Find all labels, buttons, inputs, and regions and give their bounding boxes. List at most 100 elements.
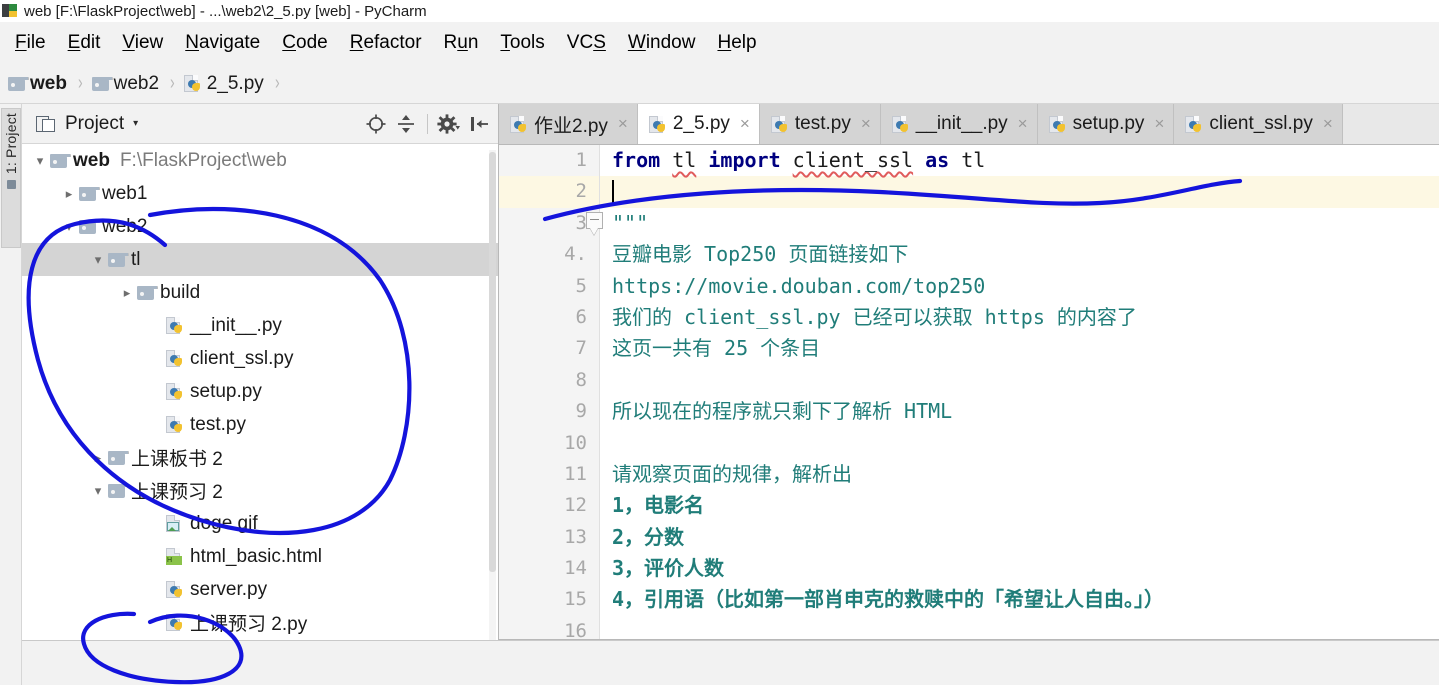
chevron-down-icon[interactable] [30, 153, 50, 169]
code-line-5: https://movie.douban.com/top250 [612, 271, 1439, 302]
breadcrumb-label: web [30, 72, 67, 94]
code-token: client_ssl [792, 148, 914, 172]
line-number-16: 16 [564, 619, 587, 640]
tree-item-label: web [73, 149, 110, 171]
tree-item-7[interactable]: setup.py [22, 375, 498, 408]
code-line-3: """ [612, 208, 1439, 239]
tree-item-label: 上课板书 2 [131, 449, 223, 470]
tree-item-label: setup.py [190, 380, 262, 402]
project-window-icon [6, 180, 16, 190]
code-token: tl [961, 148, 986, 172]
tree-item-2[interactable]: web2 [22, 210, 498, 243]
menu-item-edit[interactable]: Edit [57, 30, 112, 56]
code-token: 1，电影名 [612, 493, 705, 518]
menu-item-navigate[interactable]: Navigate [174, 30, 271, 56]
menu-item-vcs[interactable]: VCS [556, 30, 617, 56]
line-number-9: 9 [575, 400, 587, 423]
tool-window-button-project[interactable]: 1: Project [1, 108, 21, 248]
chevron-right-icon[interactable] [117, 285, 137, 301]
chevron-right-icon[interactable] [88, 450, 108, 466]
python-file-icon [1185, 115, 1203, 133]
editor-tab-5[interactable]: client_ssl.py × [1174, 104, 1343, 144]
editor-tab-2[interactable]: test.py × [759, 104, 881, 144]
menu-item-window[interactable]: Window [617, 30, 707, 56]
tree-item-3[interactable]: tl [22, 243, 498, 276]
chevron-down-icon[interactable] [59, 219, 79, 235]
line-number-14: 14 [564, 557, 587, 580]
collapse-all-icon[interactable] [393, 111, 419, 137]
tree-item-13[interactable]: server.py [22, 573, 498, 606]
tree-item-path: F:\FlaskProject\web [119, 149, 287, 171]
folder-icon [108, 450, 129, 465]
code-line-4.: 豆瓣电影 Top250 页面链接如下 [612, 239, 1439, 270]
code-editor[interactable]: 1 2 3 4. 5 6 7 8 9 10 11 12 13 14 15 16 from tl import … [499, 145, 1439, 640]
menu-bar: File Edit View Navigate Code Refactor Run Tools… [0, 22, 1439, 64]
locate-icon[interactable] [363, 111, 389, 137]
menu-item-file[interactable]: File [4, 30, 57, 56]
tree-item-5[interactable]: __init__.py [22, 309, 498, 342]
left-tool-strip: 1: Project re [0, 104, 22, 685]
code-token: 4，引用语（比如第一部肖申克的救赎中的「希望让人自由。」） [612, 587, 1165, 612]
tree-item-label: doge.gif [190, 512, 258, 534]
chevron-down-icon[interactable]: ▾ [133, 118, 138, 129]
settings-gear-icon[interactable] [436, 111, 462, 137]
tree-item-0[interactable]: web F:\FlaskProject\web [22, 144, 498, 177]
tree-item-12[interactable]: Hhtml_basic.html [22, 540, 498, 573]
breadcrumb-item-0[interactable]: web [8, 73, 67, 95]
menu-item-code[interactable]: Code [271, 30, 338, 56]
breadcrumb-item-2[interactable]: 2_5.py [183, 72, 264, 95]
tree-item-4[interactable]: build [22, 276, 498, 309]
tree-item-label: html_basic.html [190, 545, 322, 567]
tree-item-label: 上课预习 2 [131, 482, 223, 503]
menu-item-tools[interactable]: Tools [489, 30, 555, 56]
tree-item-label: build [160, 281, 201, 303]
pycharm-window: web [F:\FlaskProject\web] - ...\web2\2_5… [0, 0, 1439, 685]
line-number-11: 11 [564, 462, 587, 485]
menu-item-help[interactable]: Help [706, 30, 767, 56]
menu-item-refactor[interactable]: Refactor [339, 30, 433, 56]
tree-item-9[interactable]: 上课板书 2 [22, 441, 498, 474]
line-number-6: 6 [575, 305, 587, 328]
menu-item-view[interactable]: View [111, 30, 174, 56]
breadcrumb-item-1[interactable]: web2 [91, 73, 159, 95]
close-icon[interactable]: × [1323, 114, 1333, 134]
editor-tab-3[interactable]: __init__.py × [880, 104, 1038, 144]
editor-tab-1[interactable]: 2_5.py × [637, 104, 760, 144]
close-icon[interactable]: × [1018, 114, 1028, 134]
breadcrumb-label: 2_5.py [206, 72, 264, 94]
editor-tab-label: 2_5.py [672, 113, 730, 134]
python-file-icon [891, 115, 910, 133]
chevron-down-icon[interactable] [88, 483, 108, 499]
python-file-icon [510, 115, 528, 133]
editor-tab-label: setup.py [1072, 113, 1145, 134]
menu-item-run[interactable]: Run [433, 30, 490, 56]
project-tree[interactable]: web F:\FlaskProject\web web1 web2 tl build __i… [22, 144, 498, 685]
close-icon[interactable]: × [1154, 114, 1164, 134]
tree-item-1[interactable]: web1 [22, 177, 498, 210]
image-file-icon [166, 515, 184, 532]
editor-tab-0[interactable]: 作业2.py × [499, 104, 638, 144]
tree-item-6[interactable]: client_ssl.py [22, 342, 498, 375]
close-icon[interactable]: × [861, 114, 871, 134]
hide-panel-icon[interactable] [466, 111, 492, 137]
tree-item-11[interactable]: doge.gif [22, 507, 498, 540]
tree-item-14[interactable]: 上课预习 2.py [22, 606, 498, 639]
tree-item-10[interactable]: 上课预习 2 [22, 474, 498, 507]
python-file-icon [166, 614, 184, 631]
editor-gutter[interactable]: 1 2 3 4. 5 6 7 8 9 10 11 12 13 14 15 16 [499, 145, 603, 640]
close-icon[interactable]: × [618, 114, 628, 134]
close-icon[interactable]: × [740, 114, 750, 134]
editor-code-area[interactable]: from tl import client_ssl as tl """ 豆瓣电影 T… [600, 145, 1439, 640]
project-scrollbar-thumb[interactable] [489, 152, 496, 572]
chevron-down-icon[interactable] [88, 252, 108, 268]
python-file-icon [1048, 115, 1067, 133]
code-token: 3，评价人数 [612, 556, 725, 581]
code-line-9: 所以现在的程序就只剩下了解析 HTML [612, 396, 1439, 427]
tree-item-8[interactable]: test.py [22, 408, 498, 441]
editor-tab-4[interactable]: setup.py × [1037, 104, 1175, 144]
chevron-right-icon[interactable] [59, 186, 79, 202]
folder-icon [108, 252, 129, 267]
python-file-icon [166, 416, 184, 433]
